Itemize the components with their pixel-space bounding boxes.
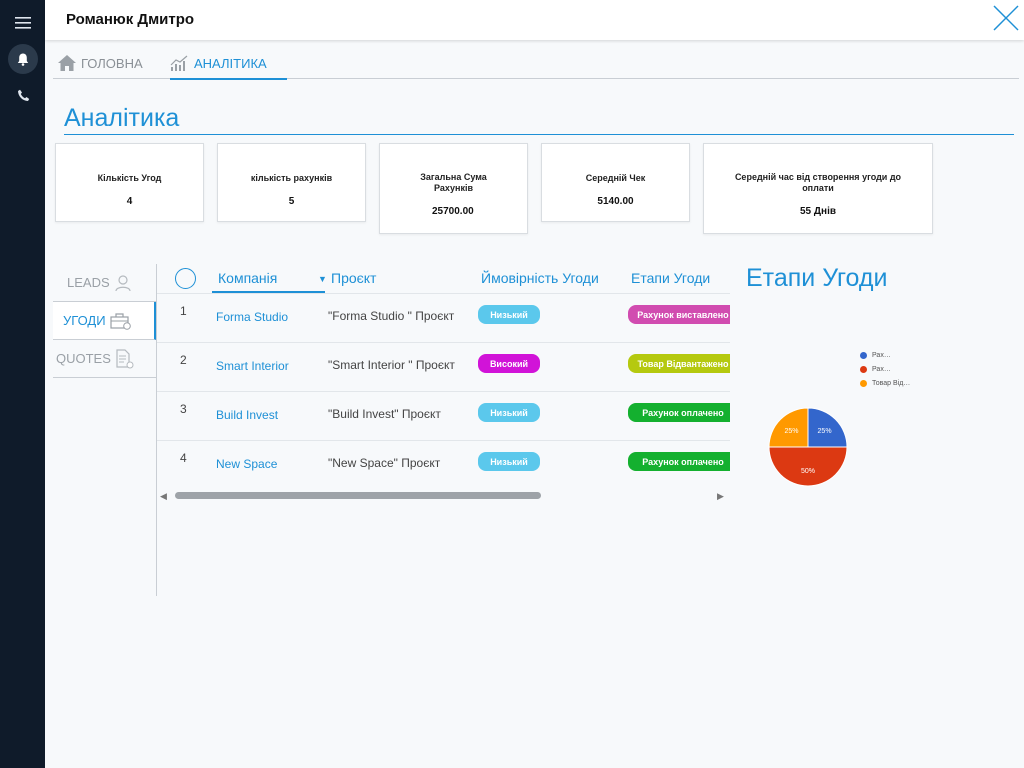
project-name: "Smart Interior " Проєкт: [328, 358, 455, 372]
legend-item: Товар Від…: [860, 379, 930, 388]
stat-label: Середній Чек: [585, 173, 646, 183]
column-header-company[interactable]: Компанія: [218, 270, 277, 286]
subtab-leads-label: LEADS: [67, 275, 110, 290]
stat-card-average-time: Середній час від створення угоди до опла…: [703, 143, 933, 234]
probability-badge: Низький: [478, 305, 540, 324]
phone-icon[interactable]: [8, 80, 38, 110]
stat-card-deals-count: Кількість Угод 4: [55, 143, 204, 222]
pie-data-label: 25%: [784, 428, 798, 435]
scroll-left-arrow[interactable]: ◀: [160, 491, 167, 502]
horizontal-scrollbar[interactable]: ◀ ▶: [157, 490, 730, 502]
subtab-quotes[interactable]: QUOTES: [53, 340, 156, 378]
stage-badge: Рахунок виставлено: [628, 305, 730, 324]
briefcase-icon: [109, 312, 131, 330]
pie-data-label: 50%: [801, 468, 815, 475]
row-number: 4: [180, 451, 187, 465]
page-title: Аналітика: [64, 104, 180, 132]
title-divider: [64, 134, 1014, 135]
scroll-right-arrow[interactable]: ▶: [717, 491, 724, 502]
table-row[interactable]: 3 Build Invest "Build Invest" Проєкт Низ…: [157, 392, 730, 441]
chart-legend: Рах… Рах… Товар Від…: [860, 351, 930, 393]
legend-swatch: [860, 352, 867, 359]
stage-badge: Рахунок оплачено: [628, 403, 730, 422]
company-link[interactable]: Forma Studio: [216, 310, 288, 324]
column-header-probability[interactable]: Ймовірність Угоди: [481, 270, 599, 286]
home-icon: [58, 55, 76, 71]
deal-type-tabs: LEADS УГОДИ QUOTES: [53, 264, 156, 378]
bell-icon[interactable]: [8, 44, 38, 74]
stat-label: Середній час від створення угоди до опла…: [734, 172, 902, 193]
top-header: Романюк Дмитро: [45, 0, 1024, 40]
table-header: Компанія ▼ Проєкт Ймовірність Угоди Етап…: [157, 264, 730, 294]
subtab-deals-label: УГОДИ: [63, 313, 106, 328]
tab-home-label: ГОЛОВНА: [81, 55, 143, 71]
stat-card-invoices-count: кількість рахунків 5: [217, 143, 366, 222]
legend-swatch: [860, 366, 867, 373]
legend-swatch: [860, 380, 867, 387]
tab-analytics-label: АНАЛІТИКА: [194, 55, 267, 71]
analytics-chart-icon: [170, 55, 188, 71]
legend-label: Товар Від…: [872, 380, 911, 387]
stat-label: Кількість Угод: [97, 173, 162, 183]
tab-analytics[interactable]: АНАЛІТИКА: [170, 48, 287, 80]
tab-home[interactable]: ГОЛОВНА: [57, 48, 143, 78]
legend-item: Рах…: [860, 365, 930, 374]
company-link[interactable]: Smart Interior: [216, 359, 289, 373]
project-name: "Forma Studio " Проєкт: [328, 309, 455, 323]
legend-item: Рах…: [860, 351, 930, 360]
user-name: Романюк Дмитро: [66, 11, 195, 28]
stat-value: 5140.00: [597, 196, 634, 207]
subtab-deals[interactable]: УГОДИ: [53, 302, 156, 340]
stage-pie-chart: 25% 50% 25%: [768, 407, 848, 487]
close-icon[interactable]: [992, 4, 1020, 32]
stat-card-average-check: Середній Чек 5140.00: [541, 143, 690, 222]
pie-slice[interactable]: [768, 446, 848, 487]
left-rail: [0, 0, 45, 768]
legend-label: Рах…: [872, 366, 891, 373]
row-number: 3: [180, 402, 187, 416]
company-link[interactable]: New Space: [216, 457, 277, 471]
menu-icon[interactable]: [8, 8, 38, 38]
company-link[interactable]: Build Invest: [216, 408, 278, 422]
stat-label: Загальна Сума Рахунків: [420, 172, 487, 193]
stat-value: 55 Днів: [800, 206, 836, 217]
table-row[interactable]: 2 Smart Interior "Smart Interior " Проєк…: [157, 343, 730, 392]
project-name: "New Space" Проєкт: [328, 456, 441, 470]
main-nav: ГОЛОВНА АНАЛІТИКА: [53, 48, 1019, 80]
scroll-thumb[interactable]: [175, 492, 541, 499]
stage-badge: Рахунок оплачено: [628, 452, 730, 471]
probability-badge: Низький: [478, 403, 540, 422]
row-number: 1: [180, 304, 187, 318]
table-row[interactable]: 4 New Space "New Space" Проєкт Низький Р…: [157, 441, 730, 490]
sort-down-icon[interactable]: ▼: [318, 274, 327, 284]
stat-value: 4: [126, 196, 133, 207]
select-all-checkbox[interactable]: [175, 268, 196, 289]
sort-indicator-line: [212, 291, 325, 293]
legend-label: Рах…: [872, 352, 891, 359]
stat-value: 25700.00: [432, 206, 474, 217]
document-icon: [116, 348, 134, 368]
subtab-quotes-label: QUOTES: [56, 351, 111, 366]
chart-title: Етапи Угоди: [746, 264, 888, 292]
deals-table: Компанія ▼ Проєкт Ймовірність Угоди Етап…: [157, 264, 730, 504]
stat-value: 5: [288, 196, 295, 207]
stat-card-invoices-total: Загальна Сума Рахунків 25700.00: [379, 143, 528, 234]
probability-badge: Низький: [478, 452, 540, 471]
stage-badge: Товар Відвантажено: [628, 354, 730, 373]
pie-data-label: 25%: [818, 428, 832, 435]
stat-label: кількість рахунків: [250, 173, 333, 183]
column-header-stage[interactable]: Етапи Угоди: [631, 270, 710, 286]
user-icon: [115, 274, 131, 291]
probability-badge: Високий: [478, 354, 540, 373]
table-row[interactable]: 1 Forma Studio "Forma Studio " Проєкт Ни…: [157, 294, 730, 343]
subtab-leads[interactable]: LEADS: [53, 264, 156, 302]
project-name: "Build Invest" Проєкт: [328, 407, 441, 421]
row-number: 2: [180, 353, 187, 367]
column-header-project[interactable]: Проєкт: [331, 270, 376, 286]
